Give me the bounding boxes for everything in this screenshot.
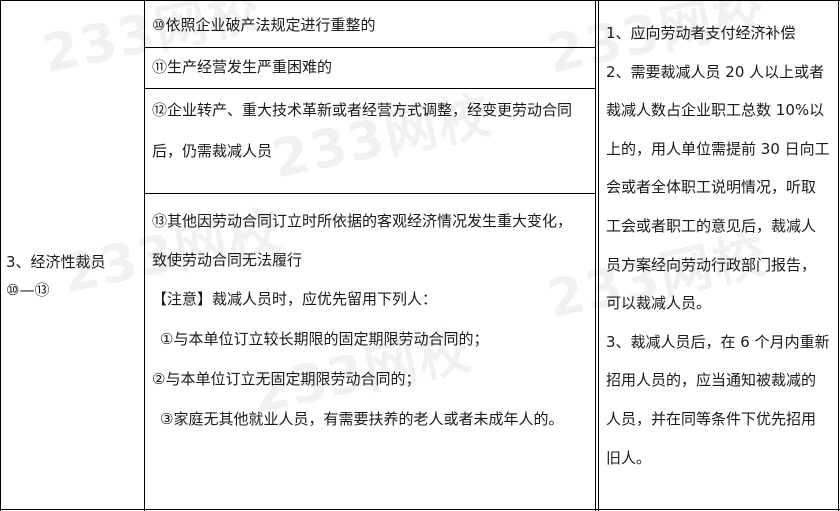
condition-13-line2: 致使劳动合同无法履行 (152, 251, 303, 269)
requirement-line: 2、需要裁减人员 20 人以上或者 (606, 62, 825, 81)
condition-11: ⑪生产经营发生严重困难的 (152, 58, 333, 76)
requirement-line: 上的，用人单位需提前 30 日向工 (606, 139, 830, 158)
column-divider-right-a (595, 0, 596, 511)
table-border-top (0, 0, 840, 1)
note-item-3: ③家庭无其他就业人员，有需要扶养的老人或者未成年人的。 (160, 410, 564, 428)
condition-13-line1: ⑬其他因劳动合同订立时所依据的客观经济情况发生重大变化， (152, 212, 573, 230)
condition-12-line2: 后，仍需裁减人员 (152, 142, 273, 160)
requirement-line: 裁减人数占企业职工总数 10%以 (606, 101, 825, 120)
requirement-line: 可以裁减人员。 (606, 294, 712, 313)
regulation-table: 233网校 233网校 233网校 233网校 233网校 233网校 3、经济… (0, 0, 840, 511)
requirement-line: 招用人员的，应当通知被裁减的 (606, 371, 817, 390)
requirement-line: 会或者全体职工说明情况，听取 (606, 178, 817, 197)
requirement-line: 3、裁减人员后，在 6 个月内重新 (606, 332, 830, 351)
row-divider-2 (144, 88, 596, 89)
note-item-2: ②与本单位订立无固定期限劳动合同的； (152, 370, 421, 388)
table-border-right (838, 0, 839, 511)
category-range: ⑩—⑬ (6, 281, 50, 299)
requirement-line: 1、应向劳动者支付经济补偿 (606, 24, 796, 42)
requirement-line: 员方案经向劳动行政部门报告， (606, 255, 817, 274)
table-border-left (0, 0, 1, 511)
condition-12-line1: ⑫企业转产、重大技术革新或者经营方式调整，经变更劳动合同 (152, 101, 573, 119)
condition-10: ⑩依照企业破产法规定进行重整的 (152, 16, 376, 34)
requirement-line: 旧人。 (606, 448, 652, 467)
column-divider-left (144, 0, 145, 511)
table-border-bottom (0, 509, 840, 510)
requirement-line: 工会或者职工的意见后，裁减人 (606, 216, 817, 235)
requirements-column: 1、应向劳动者支付经济补偿 2、需要裁减人员 20 人以上或者 裁减人数占企业职… (606, 14, 834, 477)
category-label: 3、经济性裁员 ⑩—⑬ (6, 248, 106, 304)
column-divider-right-b (598, 0, 599, 511)
row-divider-3 (144, 193, 596, 194)
note-item-1: ①与本单位订立较长期限的固定期限劳动合同的； (160, 330, 489, 348)
category-title: 3、经济性裁员 (6, 253, 106, 271)
note-header: 【注意】裁减人员时，应优先留用下列人： (152, 290, 438, 308)
requirement-line: 人员，并在同等条件下优先招用 (606, 409, 817, 428)
